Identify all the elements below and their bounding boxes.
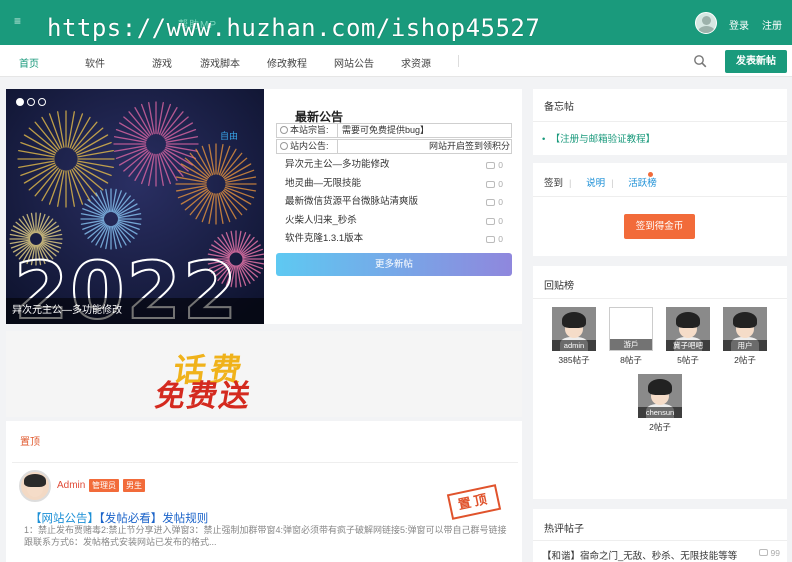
login-link[interactable]: 登录	[729, 17, 749, 32]
comment-icon	[486, 236, 496, 243]
memo-title: 备忘帖	[544, 102, 574, 113]
list-item[interactable]: 软件克隆1.3.1版本 0	[285, 230, 503, 249]
notice-row: 本站宗旨: 需要可免费提供bug】	[276, 123, 512, 138]
register-link[interactable]: 注册	[762, 17, 782, 32]
banner-line2: 免费送	[152, 380, 255, 413]
hot-post-item[interactable]: 【和谐】宿命之门_无敌、秒杀、无限技能等等 99	[542, 548, 780, 562]
sticky-post-card[interactable]: Admin 管理员 男生 置顶 【网站公告】【发帖必看】发帖规则 1：禁止发布贾…	[12, 462, 518, 562]
post-author[interactable]: Admin	[57, 480, 85, 491]
user-avatar-icon[interactable]	[695, 12, 717, 34]
signin-tabs: 签到 | 说明 | 活跃榜	[544, 178, 657, 189]
tab-active-ranking[interactable]: 活跃榜	[628, 178, 657, 189]
gender-badge: 男生	[123, 479, 145, 492]
image-carousel[interactable]: 自由 2022 异次元主公—多功能修改	[6, 89, 264, 324]
speaker-icon	[280, 142, 288, 150]
carousel-dot[interactable]	[38, 98, 46, 106]
watermark-text: https://www.huzhan.com/ishop45527	[47, 14, 541, 42]
list-item[interactable]: 最新微信货源平台微脉站清爽版 0	[285, 193, 503, 212]
carousel-dot[interactable]	[16, 98, 24, 106]
reply-ranking-title: 回贴榜	[544, 281, 574, 292]
nav-game-scripts[interactable]: 游戏脚本	[200, 55, 240, 70]
nav-home[interactable]: 首页	[19, 55, 39, 70]
avatar: 用户	[723, 307, 767, 351]
reply-user[interactable]: 游戶 8帖子	[609, 307, 653, 366]
carousel-caption[interactable]: 异次元主公—多功能修改	[6, 298, 264, 324]
memo-link[interactable]: • 【注册与邮箱验证教程】	[542, 131, 655, 145]
pinned-stamp: 置顶	[446, 484, 502, 520]
nav-divider	[458, 55, 459, 67]
list-item[interactable]: 火柴人归来_秒杀 0	[285, 212, 503, 231]
speaker-icon	[280, 126, 288, 134]
carousel-dot[interactable]	[27, 98, 35, 106]
hot-posts-title: 热评帖子	[544, 524, 584, 535]
carousel-dots	[16, 97, 49, 109]
notification-dot	[648, 172, 653, 177]
reply-user[interactable]: chensun 2帖子	[638, 374, 682, 433]
post-excerpt: 1：禁止发布贾赌毒2:禁止节分享进入弹窗3：禁止强制加群带窗4:弹窗必须带有疯子…	[24, 525, 507, 547]
carousel-corner-tag: 自由	[219, 131, 238, 141]
avatar: 游戶	[609, 307, 653, 351]
tab-instructions[interactable]: 说明	[586, 178, 605, 189]
comment-icon	[758, 549, 768, 556]
main-nav: 首页 软件 游戏 游戏脚本 修改教程 网站公告 求资源 发表新帖	[0, 45, 792, 77]
sticky-heading: 置顶	[20, 437, 40, 448]
menu-icon[interactable]: ≡	[14, 14, 21, 28]
nav-tutorials[interactable]: 修改教程	[267, 55, 307, 70]
role-badge: 管理员	[89, 479, 119, 492]
notice-row: 站内公告: 网站开启签到领积分	[276, 139, 512, 154]
list-item[interactable]: 地灵曲—无限技能 0	[285, 175, 503, 194]
list-item[interactable]: 异次元主公—多功能修改 0	[285, 156, 503, 175]
search-icon[interactable]	[693, 54, 707, 68]
reply-user[interactable]: 用户 2帖子	[723, 307, 767, 366]
avatar: admin	[552, 307, 596, 351]
avatar[interactable]	[19, 470, 51, 502]
nav-requests[interactable]: 求资源	[401, 55, 431, 70]
notice-value[interactable]: 网站开启签到领积分	[337, 140, 511, 153]
reply-user[interactable]: 冀子吧吧 5帖子	[666, 307, 710, 366]
notice-value[interactable]: 需要可免费提供bug】	[337, 124, 511, 137]
latest-posts-list: 异次元主公—多功能修改 0 地灵曲—无限技能 0 最新微信货源平台微脉站清爽版 0 火…	[285, 156, 503, 249]
avatar: chensun	[638, 374, 682, 418]
comment-icon	[486, 217, 496, 225]
reply-user[interactable]: admin 385帖子	[552, 307, 596, 366]
comment-icon	[486, 180, 496, 188]
new-post-button[interactable]: 发表新帖	[725, 50, 787, 73]
more-posts-button[interactable]: 更多新帖	[276, 253, 512, 276]
avatar: 冀子吧吧	[666, 307, 710, 351]
tab-signin[interactable]: 签到	[544, 178, 563, 189]
comment-icon	[486, 199, 496, 206]
nav-announcements[interactable]: 网站公告	[334, 55, 374, 70]
top-bar: ≡ 帮助MP https://www.huzhan.com/ishop45527…	[0, 0, 792, 45]
nav-games[interactable]: 游戏	[152, 55, 172, 70]
promo-banner[interactable]: 话费 免费送	[6, 331, 522, 417]
nav-software[interactable]: 软件	[85, 55, 105, 70]
comment-icon	[486, 162, 496, 169]
signin-button[interactable]: 签到得金币	[624, 214, 695, 239]
